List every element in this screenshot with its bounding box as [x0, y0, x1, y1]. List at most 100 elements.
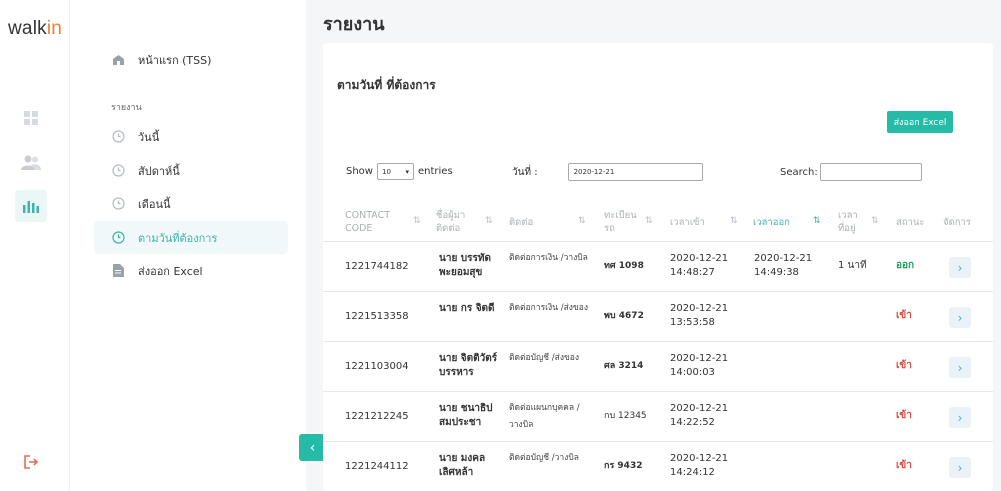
- cell-duration: 1 นาที: [838, 260, 867, 271]
- column-header-contact-code[interactable]: CONTACT CODE ⇅: [345, 202, 425, 242]
- column-header-time-out[interactable]: เวลาออก ⇅: [753, 202, 828, 242]
- cell-plate: กบ 12345: [604, 411, 647, 421]
- chevron-right-icon: ›: [957, 310, 963, 325]
- cell-contact: ติดต่อแผนกบุคคล /วางบิล: [509, 403, 580, 430]
- view-detail-button[interactable]: ›: [949, 307, 971, 328]
- column-header-contact[interactable]: ติดต่อ ⇅: [509, 202, 599, 242]
- search-input[interactable]: [819, 163, 922, 181]
- show-label: Show: [346, 166, 373, 177]
- sort-icon: ⇅: [578, 216, 586, 226]
- cell-time-in: 2020-12-21 14:00:03: [670, 353, 729, 378]
- menu-item-by-date[interactable]: ตามวันที่ต้องการ: [94, 221, 288, 254]
- search-filter: Search:: [780, 163, 922, 181]
- date-input[interactable]: 2020-12-21: [567, 163, 703, 181]
- column-header-label: ติดต่อ: [509, 216, 534, 228]
- table-header: CONTACT CODE ⇅ ชื่อผู้มา ติดต่อ ⇅ ติดต่อ ⇅ …: [323, 202, 993, 242]
- logo-accent-text: in: [46, 18, 63, 39]
- cell-plate: พบ 4672: [604, 311, 644, 321]
- cell-time-in: 2020-12-21 14:24:12: [670, 453, 729, 478]
- cell-contact-code: 1221744182: [345, 261, 409, 272]
- collapse-sidebar-button[interactable]: ‹: [299, 434, 326, 461]
- menu-item-today[interactable]: วันนี้: [94, 120, 288, 153]
- dashboard-icon: [24, 111, 38, 125]
- menu-section-reports: รายงาน: [111, 103, 142, 113]
- menu-item-week[interactable]: สัปดาห์นี้: [94, 154, 288, 187]
- home-icon: [110, 52, 126, 68]
- chevron-right-icon: ›: [957, 360, 963, 375]
- date-label: วันที่ :: [512, 166, 538, 178]
- sort-icon: ⇅: [485, 216, 493, 226]
- cell-time-out: 2020-12-21 14:49:38: [754, 253, 813, 278]
- sort-icon: ⇅: [871, 216, 879, 226]
- file-icon: [110, 263, 126, 279]
- menu-item-by-date-label: ตามวันที่ต้องการ: [138, 231, 218, 245]
- cell-contact-code: 1221513358: [345, 311, 409, 322]
- cell-time-in: 2020-12-21 14:48:27: [670, 253, 729, 278]
- column-header-label: ชื่อผู้มา ติดต่อ: [436, 210, 466, 234]
- cell-time-in: 2020-12-21 14:22:52: [670, 403, 729, 428]
- column-header-actions: จัดการ: [943, 202, 988, 242]
- dashboard-nav-button[interactable]: [15, 102, 47, 134]
- report-card: ตามวันที่ ที่ต้องการ ส่งออก Excel Show 1…: [323, 43, 993, 491]
- column-header-status[interactable]: สถานะ: [896, 202, 936, 242]
- cell-contact: ติดต่อบัญชี /ส่งของ: [509, 353, 580, 363]
- bar-chart-icon: [23, 201, 39, 213]
- cell-name: นาย มงคล เลิศหล้า: [439, 453, 486, 478]
- export-excel-button[interactable]: ส่งออก Excel: [887, 111, 953, 133]
- sort-icon: ⇅: [413, 216, 421, 226]
- status-badge: เข้า: [896, 310, 912, 321]
- sort-icon: ⇅: [730, 216, 738, 226]
- column-header-label: จัดการ: [943, 216, 971, 228]
- menu-sidebar: หน้าแรก (TSS) รายงาน วันนี้ สัปดาห์นี้ เ…: [70, 0, 306, 491]
- table-row: 1221103004 นาย จิตติวัตร์ บรรหาร ติดต่อบ…: [323, 342, 993, 392]
- icon-rail: walkin: [0, 0, 70, 491]
- entries-select[interactable]: 10 ▾: [376, 163, 414, 180]
- column-header-label: เวลาออก: [753, 216, 790, 228]
- column-header-plate[interactable]: ทะเบียน รถ ⇅: [604, 202, 664, 242]
- cell-name: นาย กร จิตดี: [439, 303, 495, 314]
- menu-item-export-excel[interactable]: ส่งออก Excel: [94, 254, 288, 287]
- view-detail-button[interactable]: ›: [949, 257, 971, 278]
- chevron-right-icon: ›: [957, 260, 963, 275]
- menu-item-month[interactable]: เดือนนี้: [94, 187, 288, 220]
- users-icon: [21, 155, 41, 170]
- cell-plate: ทศ 1098: [604, 261, 644, 271]
- cell-contact: ติดต่อการเงิน /วางบิล: [509, 253, 588, 263]
- menu-item-week-label: สัปดาห์นี้: [138, 164, 180, 178]
- app-logo[interactable]: walkin: [8, 18, 62, 40]
- view-detail-button[interactable]: ›: [949, 407, 971, 428]
- logout-button[interactable]: [15, 446, 47, 478]
- reports-nav-button[interactable]: [15, 190, 47, 222]
- view-detail-button[interactable]: ›: [949, 357, 971, 378]
- status-badge: ออก: [896, 260, 915, 271]
- page-title: รายงาน: [323, 14, 385, 35]
- column-header-label: CONTACT CODE: [345, 210, 391, 234]
- date-filter: วันที่ : 2020-12-21: [512, 163, 703, 181]
- logout-icon: [24, 455, 39, 469]
- column-header-name[interactable]: ชื่อผู้มา ติดต่อ ⇅: [436, 202, 516, 242]
- search-label: Search:: [780, 166, 818, 178]
- users-nav-button[interactable]: [15, 147, 47, 179]
- view-detail-button[interactable]: ›: [949, 457, 971, 478]
- entries-label: entries: [417, 166, 453, 177]
- menu-item-export-excel-label: ส่งออก Excel: [138, 264, 203, 278]
- clock-icon: [110, 163, 126, 179]
- cell-name: นาย ชนาธิป สมประชา: [439, 403, 493, 428]
- column-header-label: เวลา ที่อยู่: [838, 210, 858, 234]
- cell-contact-code: 1221244112: [345, 461, 409, 472]
- cell-contact: ติดต่อบัญชี /วางบิล: [509, 453, 579, 463]
- table-row: 1221212245 นาย ชนาธิป สมประชา ติดต่อแผนก…: [323, 392, 993, 442]
- column-header-time-in[interactable]: เวลาเข้า ⇅: [670, 202, 745, 242]
- status-badge: เข้า: [896, 460, 912, 471]
- status-badge: เข้า: [896, 360, 912, 371]
- report-title: ตามวันที่ ที่ต้องการ: [337, 78, 436, 92]
- menu-item-today-label: วันนี้: [138, 130, 160, 144]
- chevron-right-icon: ›: [957, 410, 963, 425]
- sort-arrows-icon: ▾: [405, 167, 409, 176]
- column-header-label: เวลาเข้า: [670, 216, 705, 228]
- chevron-right-icon: ›: [957, 460, 963, 475]
- sort-icon: ⇅: [813, 216, 821, 226]
- status-badge: เข้า: [896, 410, 912, 421]
- menu-item-home[interactable]: หน้าแรก (TSS): [94, 43, 288, 76]
- column-header-duration[interactable]: เวลา ที่อยู่ ⇅: [838, 202, 883, 242]
